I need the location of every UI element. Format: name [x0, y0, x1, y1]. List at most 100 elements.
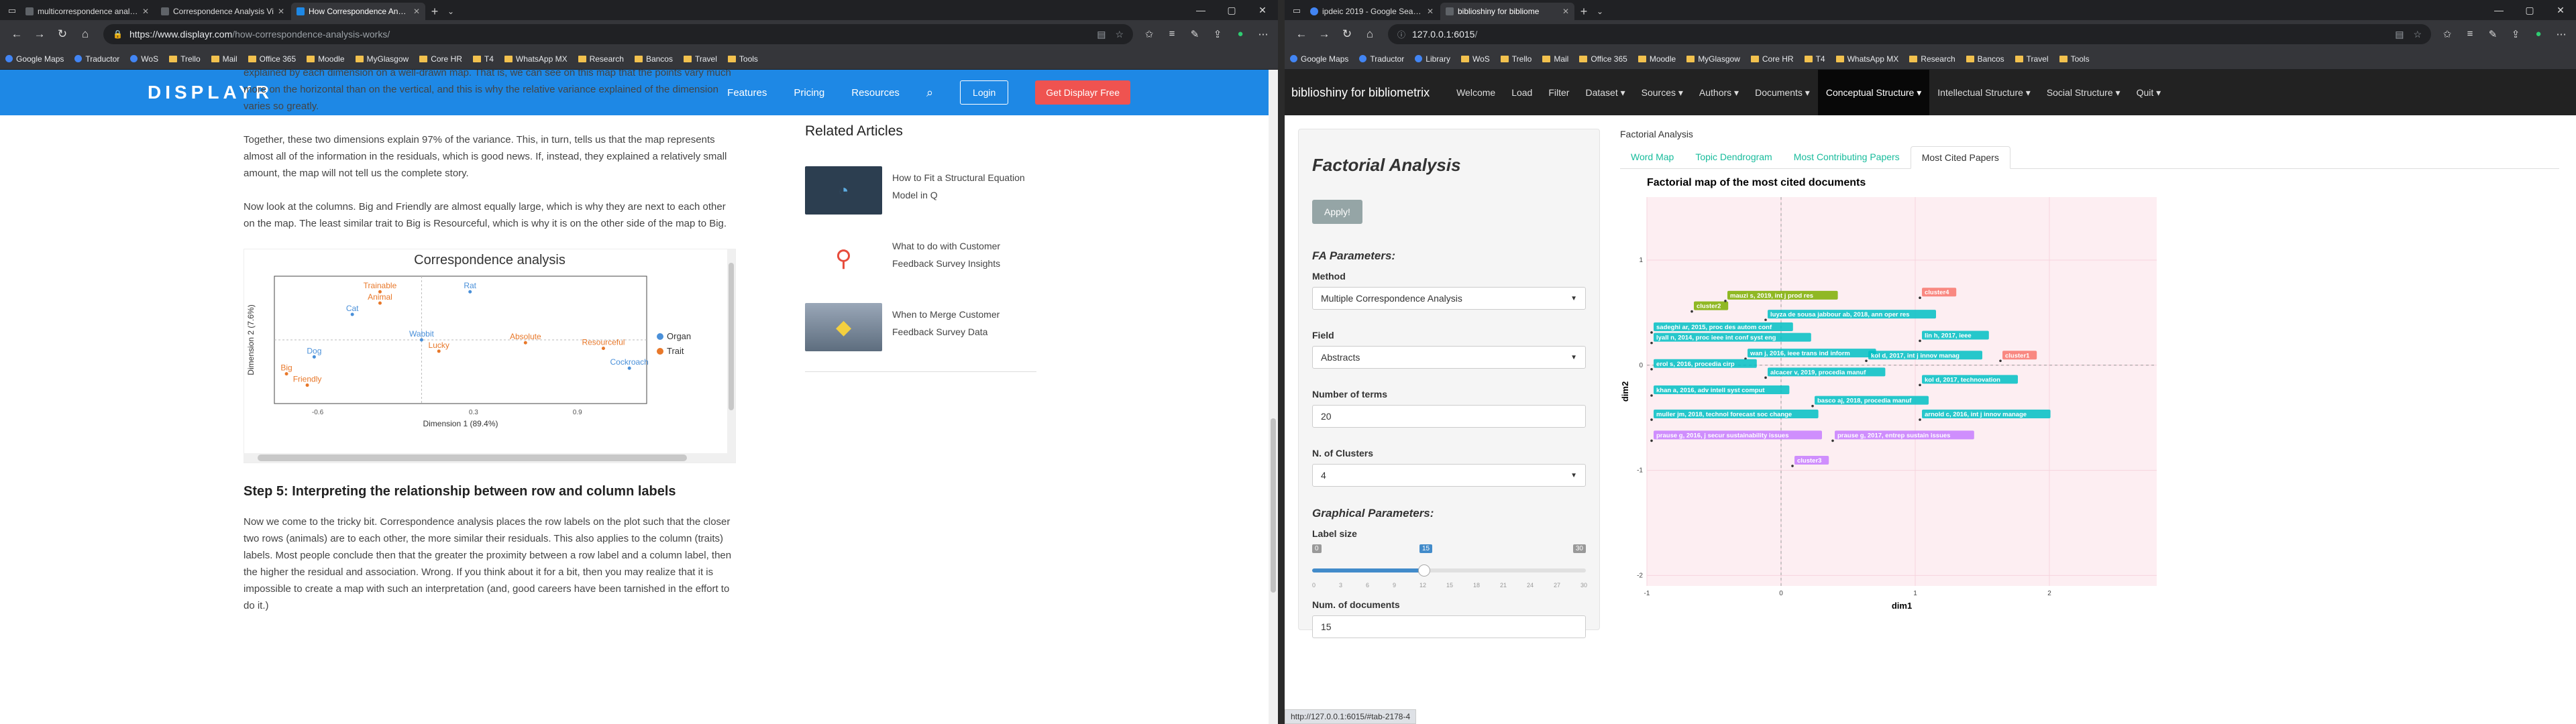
result-tab[interactable]: Most Cited Papers	[1910, 146, 2010, 169]
browser-tab[interactable]: multicorrespondence analysi ✕	[20, 3, 154, 20]
bookmark-item[interactable]: WhatsApp MX	[1835, 54, 1898, 64]
bookmark-item[interactable]: Tools	[727, 54, 758, 64]
extension-icon[interactable]: ●	[1231, 28, 1250, 40]
bookmark-item[interactable]: T4	[472, 54, 494, 64]
related-item[interactable]: ⚲ What to do with Customer Feedback Surv…	[805, 235, 1036, 283]
bookmark-item[interactable]: Traductor	[74, 54, 119, 64]
field-select[interactable]: Abstracts ▼	[1312, 346, 1586, 369]
reading-list-icon[interactable]: ≡	[2461, 28, 2479, 40]
get-displayr-free-button[interactable]: Get Displayr Free	[1035, 80, 1130, 105]
close-tab-icon[interactable]: ✕	[413, 7, 420, 16]
bookmark-item[interactable]: T4	[1804, 54, 1825, 64]
labelsize-slider[interactable]: 0 15 30 0 3 6 9 12 15 18 21 24 27 30	[1312, 544, 1587, 591]
reload-icon[interactable]: ↻	[1336, 27, 1358, 41]
nav-item[interactable]: Filter	[1540, 70, 1577, 115]
browser-tab-active[interactable]: biblioshiny for bibliome ✕	[1440, 3, 1574, 20]
favorite-star-icon[interactable]: ☆	[1115, 29, 1124, 40]
maximize-icon[interactable]: ▢	[2514, 5, 2545, 16]
pen-icon[interactable]: ✎	[2483, 28, 2502, 40]
terms-input[interactable]: 20	[1312, 405, 1586, 428]
close-window-icon[interactable]: ✕	[2545, 5, 2576, 16]
app-brand[interactable]: biblioshiny for bibliometrix	[1291, 86, 1430, 100]
share-icon[interactable]: ⇪	[2506, 28, 2525, 40]
related-link[interactable]: What to do with Customer Feedback Survey…	[892, 235, 1036, 283]
bookmark-item[interactable]: Google Maps	[5, 54, 64, 64]
new-tab-icon[interactable]: +	[427, 3, 443, 20]
address-bar[interactable]: ⓘ 127.0.0.1:6015/ ▤ ☆	[1388, 24, 2431, 44]
nav-item[interactable]: Social Structure ▾	[2039, 70, 2129, 115]
minimize-icon[interactable]: —	[1185, 5, 1216, 15]
clusters-select[interactable]: 4 ▼	[1312, 464, 1586, 487]
bookmark-item[interactable]: Research	[578, 54, 624, 64]
bookmark-item[interactable]: Moodle	[307, 54, 345, 64]
tab-list-icon[interactable]: ⌄	[1592, 3, 1608, 20]
close-tab-icon[interactable]: ✕	[1562, 7, 1569, 16]
bookmark-item[interactable]: Bancos	[634, 54, 673, 64]
new-tab-icon[interactable]: +	[1576, 3, 1592, 20]
chart-horizontal-scrollbar[interactable]	[244, 453, 735, 463]
bookmark-item[interactable]: Core HR	[1750, 54, 1794, 64]
bookmark-item[interactable]: WoS	[1460, 54, 1490, 64]
tab-list-icon[interactable]: ⌄	[443, 3, 459, 20]
nav-item[interactable]: Documents ▾	[1747, 70, 1818, 115]
docs-input[interactable]: 15	[1312, 615, 1586, 638]
address-bar[interactable]: 🔒 https://www.displayr.com/how-correspon…	[103, 24, 1133, 44]
result-tab[interactable]: Word Map	[1620, 146, 1684, 168]
bookmark-item[interactable]: Google Maps	[1290, 54, 1348, 64]
bookmark-item[interactable]: Mail	[211, 54, 237, 64]
bookmark-item[interactable]: Office 365	[1579, 54, 1627, 64]
favorites-icon[interactable]: ✩	[1140, 28, 1159, 40]
reading-view-icon[interactable]: ▤	[1097, 29, 1106, 40]
bookmark-item[interactable]: Mail	[1542, 54, 1568, 64]
nav-item[interactable]: Authors ▾	[1691, 70, 1747, 115]
bookmark-item[interactable]: Bancos	[1966, 54, 2004, 64]
bookmark-item[interactable]: Tools	[2059, 54, 2090, 64]
forward-icon[interactable]: →	[28, 27, 51, 41]
window-menu-icon[interactable]: ▭	[4, 1, 20, 20]
related-thumbnail[interactable]: ◆	[805, 303, 882, 351]
related-item[interactable]: ◔ How to Fit a Structural Equation Model…	[805, 166, 1036, 215]
minimize-icon[interactable]: —	[2483, 5, 2514, 15]
bookmark-item[interactable]: WhatsApp MX	[504, 54, 568, 64]
bookmark-item[interactable]: Trello	[169, 54, 201, 64]
home-icon[interactable]: ⌂	[1358, 27, 1381, 41]
share-icon[interactable]: ⇪	[1208, 28, 1227, 40]
pen-icon[interactable]: ✎	[1185, 28, 1204, 40]
bookmark-item[interactable]: Core HR	[419, 54, 462, 64]
bookmark-item[interactable]: WoS	[130, 54, 158, 64]
more-icon[interactable]: ⋯	[2552, 28, 2571, 40]
home-icon[interactable]: ⌂	[74, 27, 97, 41]
bookmark-item[interactable]: MyGlasgow	[1686, 54, 1740, 64]
chart-vertical-scrollbar[interactable]	[727, 249, 735, 453]
slider-handle[interactable]	[1418, 564, 1430, 577]
close-tab-icon[interactable]: ✕	[278, 7, 284, 16]
reading-view-icon[interactable]: ▤	[2395, 29, 2404, 40]
extension-icon[interactable]: ●	[2529, 28, 2548, 40]
login-button[interactable]: Login	[960, 80, 1009, 105]
bookmark-item[interactable]: Office 365	[248, 54, 296, 64]
nav-item[interactable]: Intellectual Structure ▾	[1929, 70, 2039, 115]
page-scrollbar[interactable]	[1269, 70, 1278, 724]
related-item[interactable]: ◆ When to Merge Customer Feedback Survey…	[805, 303, 1036, 351]
related-link[interactable]: How to Fit a Structural Equation Model i…	[892, 166, 1036, 215]
favorite-star-icon[interactable]: ☆	[2413, 29, 2422, 40]
close-tab-icon[interactable]: ✕	[142, 7, 149, 16]
bookmark-item[interactable]: Travel	[2015, 54, 2049, 64]
bookmark-item[interactable]: Traductor	[1359, 54, 1404, 64]
nav-item[interactable]: Quit ▾	[2129, 70, 2169, 115]
browser-tab[interactable]: Correspondence Analysis Vi ✕	[156, 3, 290, 20]
favorites-icon[interactable]: ✩	[2438, 28, 2457, 40]
forward-icon[interactable]: →	[1313, 27, 1336, 41]
maximize-icon[interactable]: ▢	[1216, 5, 1247, 16]
more-icon[interactable]: ⋯	[1254, 28, 1273, 40]
nav-item[interactable]: Load	[1503, 70, 1540, 115]
nav-item[interactable]: Welcome	[1448, 70, 1503, 115]
apply-button[interactable]: Apply!	[1312, 200, 1362, 224]
reload-icon[interactable]: ↻	[51, 27, 74, 41]
menu-resources[interactable]: Resources	[851, 87, 900, 99]
method-select[interactable]: Multiple Correspondence Analysis ▼	[1312, 287, 1586, 310]
browser-tab-active[interactable]: How Correspondence Analysi ✕	[291, 3, 425, 20]
bookmark-item[interactable]: Moodle	[1638, 54, 1676, 64]
browser-tab[interactable]: ipdeic 2019 - Google Search ✕	[1305, 3, 1439, 20]
menu-pricing[interactable]: Pricing	[794, 87, 824, 99]
